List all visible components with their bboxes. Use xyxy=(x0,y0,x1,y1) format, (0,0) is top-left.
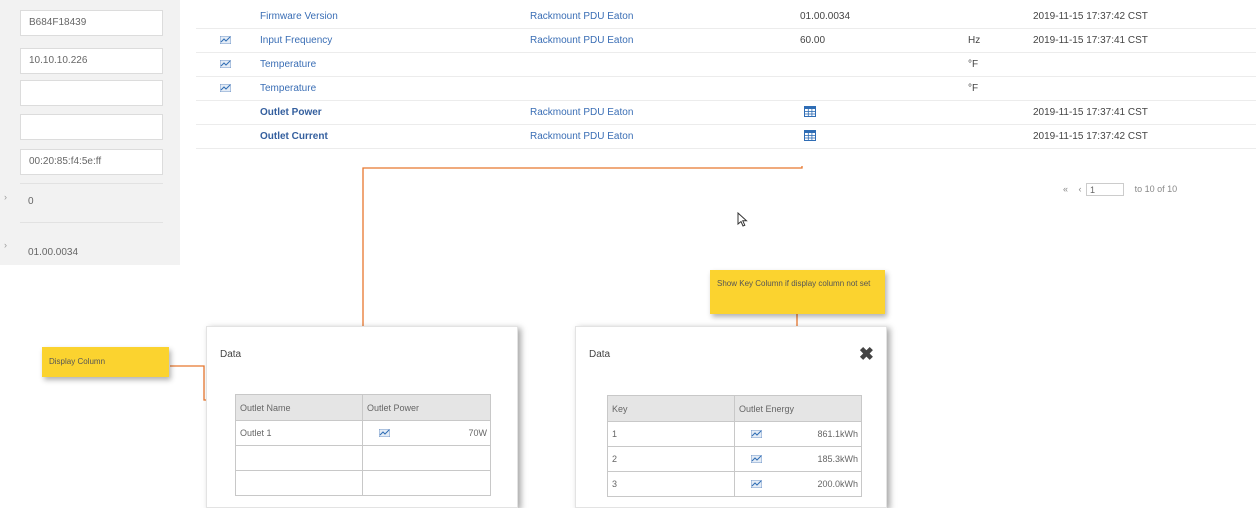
table-row xyxy=(235,445,491,471)
column-header: Outlet Energy xyxy=(734,395,862,422)
energy-value-cell: 861.1kWh xyxy=(734,421,862,447)
table-row: 1 861.1kWh xyxy=(607,421,862,447)
outlet-value: 70W xyxy=(468,428,487,438)
chart-icon[interactable] xyxy=(751,455,762,463)
outlet-name-cell xyxy=(235,445,363,471)
display-column-callout: Display Column xyxy=(42,347,169,377)
table-row xyxy=(235,470,491,496)
energy-value: 200.0kWh xyxy=(817,479,858,489)
dialog-title: Data xyxy=(589,349,611,360)
data-dialog-key-column: Data ✖ Key Outlet Energy 1 861.1kWh 2 18… xyxy=(575,326,887,508)
table-row: 2 185.3kWh xyxy=(607,446,862,472)
table-row: Outlet 1 70W xyxy=(235,420,491,446)
outlet-name-cell: Outlet 1 xyxy=(235,420,363,446)
outlet-name-cell xyxy=(235,470,363,496)
key-cell: 2 xyxy=(607,446,735,472)
chart-icon[interactable] xyxy=(379,429,390,437)
outlet-value-cell xyxy=(362,470,491,496)
energy-value-cell: 185.3kWh xyxy=(734,446,862,472)
outlet-value-cell: 70W xyxy=(362,420,491,446)
data-dialog-display-column: Data Outlet Name Outlet Power Outlet 1 7… xyxy=(206,326,518,508)
column-header: Key xyxy=(607,395,735,422)
energy-value: 861.1kWh xyxy=(817,429,858,439)
dialog-data-table: Outlet Name Outlet Power Outlet 1 70W xyxy=(235,394,491,496)
dialog-data-table: Key Outlet Energy 1 861.1kWh 2 185.3kWh … xyxy=(607,395,862,497)
dialog-title: Data xyxy=(220,349,242,360)
close-icon[interactable]: ✖ xyxy=(859,345,874,363)
chart-icon[interactable] xyxy=(751,480,762,488)
key-column-callout: Show Key Column if display column not se… xyxy=(710,270,885,314)
column-header: Outlet Power xyxy=(362,394,491,421)
energy-value: 185.3kWh xyxy=(817,454,858,464)
chart-icon[interactable] xyxy=(751,430,762,438)
outlet-value-cell xyxy=(362,445,491,471)
column-header: Outlet Name xyxy=(235,394,363,421)
key-cell: 1 xyxy=(607,421,735,447)
